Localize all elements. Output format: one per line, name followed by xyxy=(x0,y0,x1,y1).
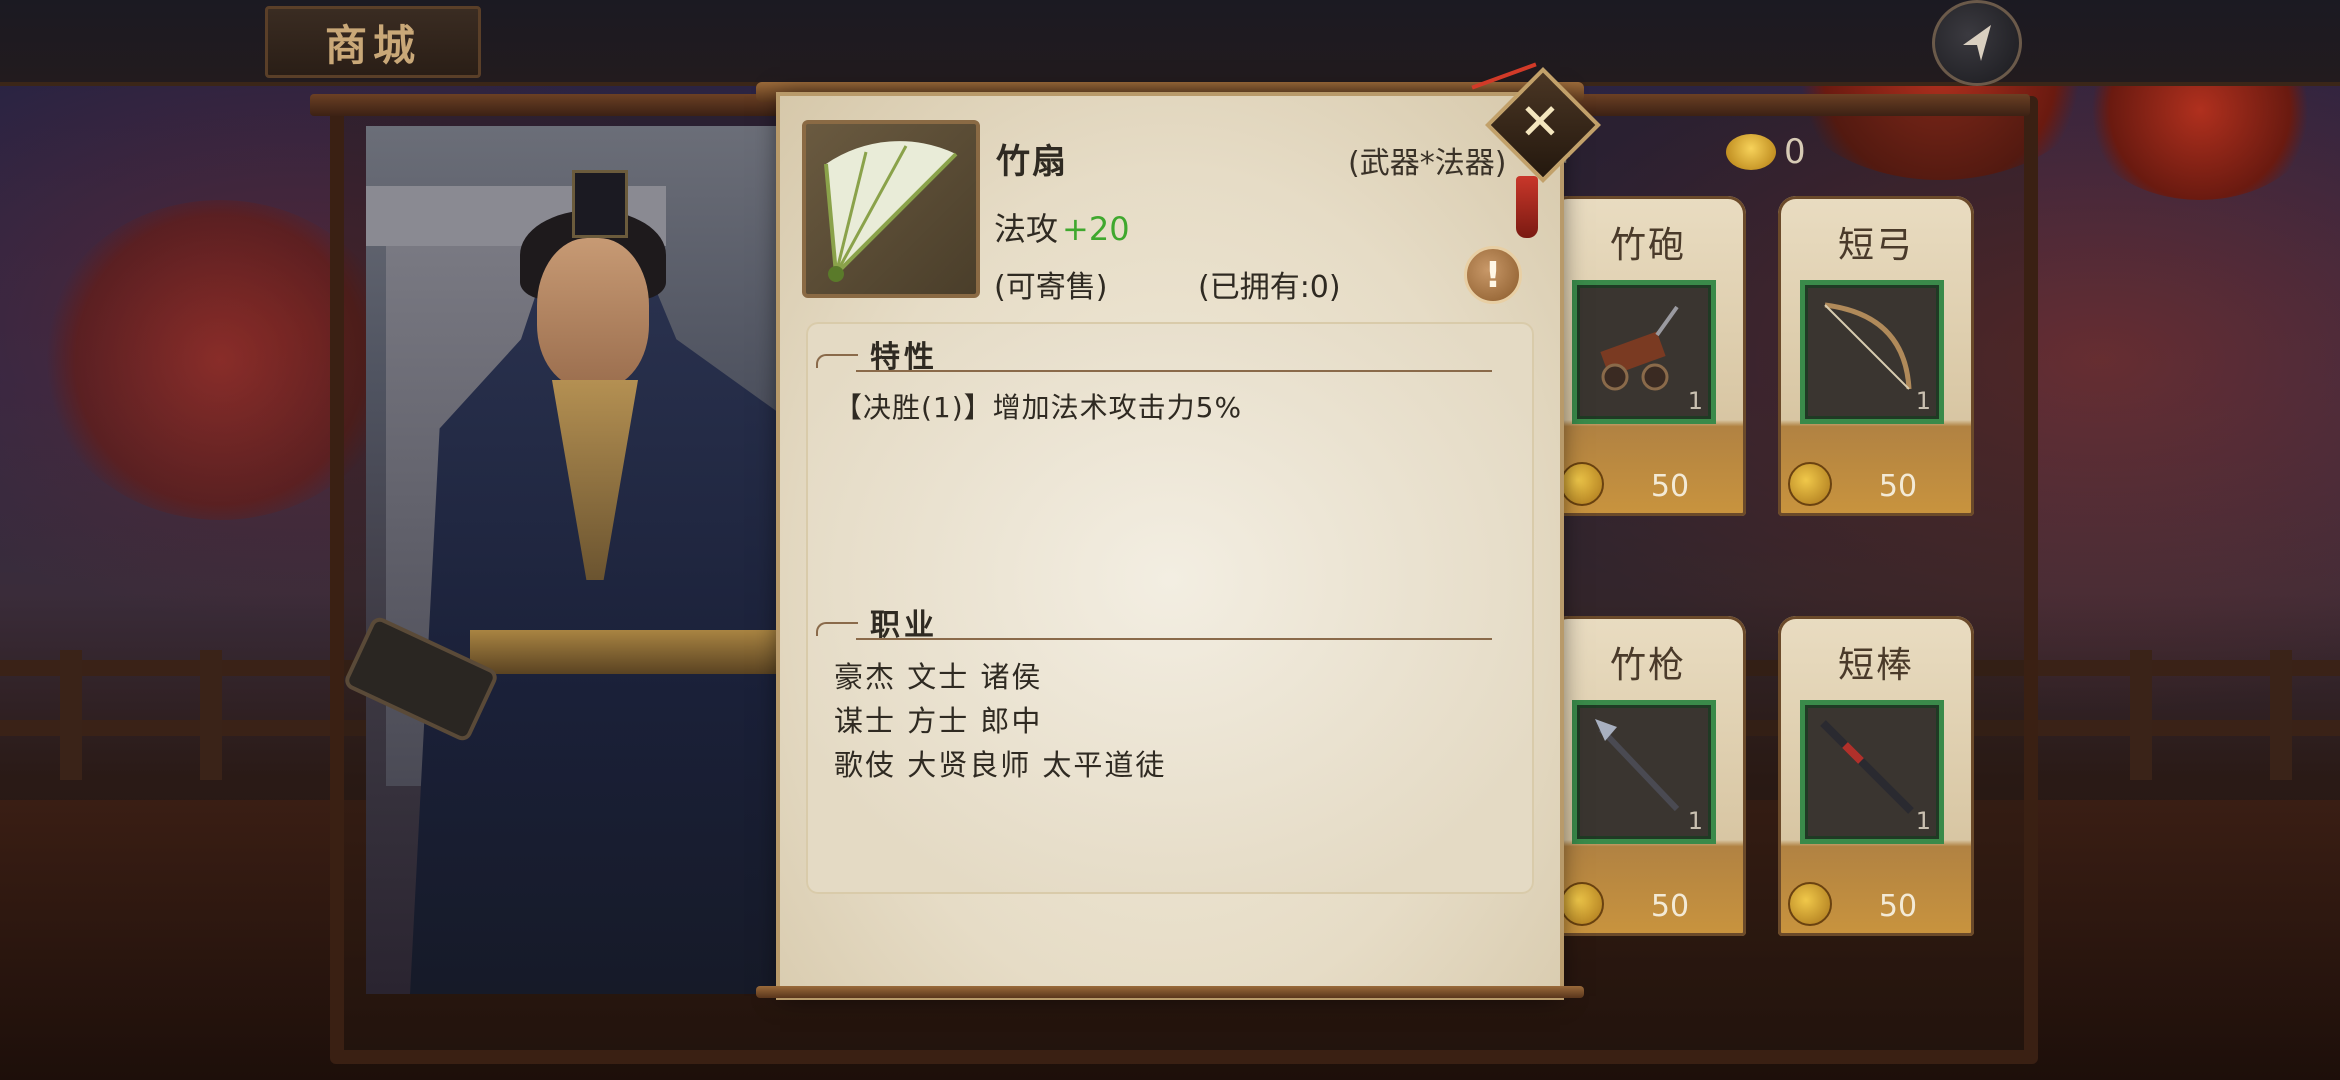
item-price: 50 xyxy=(1878,469,1918,504)
shop-item-card[interactable]: 短弓 1 50 xyxy=(1778,196,1974,516)
spear-icon xyxy=(1595,719,1680,812)
coin-icon xyxy=(1560,462,1604,506)
title-plate: 商城 xyxy=(265,6,481,78)
shop-item-name: 竹枪 xyxy=(1609,645,1686,686)
gold-value: 0 xyxy=(1784,132,1806,172)
stat-value: +20 xyxy=(1062,210,1130,248)
gold-ingot-icon xyxy=(1726,134,1776,170)
close-icon[interactable]: ✕ xyxy=(1508,90,1572,154)
shop-item-name: 竹砲 xyxy=(1609,225,1686,266)
section-divider xyxy=(856,370,1492,372)
item-type: (武器*法器) xyxy=(1348,146,1507,181)
bow-icon xyxy=(1824,302,1912,390)
item-count: 1 xyxy=(1687,807,1703,835)
shop-item-name: 短弓 xyxy=(1837,225,1914,266)
item-price: 50 xyxy=(1650,889,1690,924)
coin-icon xyxy=(1788,462,1832,506)
shop-item-name: 短棒 xyxy=(1837,645,1914,686)
tassel xyxy=(1516,176,1538,238)
folding-fan-icon xyxy=(824,141,958,282)
fence-post xyxy=(200,650,222,780)
item-slot: 1 xyxy=(1572,700,1716,844)
section-ornament xyxy=(816,354,858,368)
fence-post xyxy=(2130,650,2152,780)
back-arrow-icon xyxy=(1963,25,1991,61)
item-count: 1 xyxy=(1915,387,1931,415)
shop-item-card[interactable]: 竹砲 1 50 xyxy=(1550,196,1746,516)
coin-icon xyxy=(1560,882,1604,926)
staff-icon xyxy=(1820,720,1914,814)
popup-bottom-trim xyxy=(756,986,1584,998)
item-price: 50 xyxy=(1650,469,1690,504)
page-title: 商城 xyxy=(324,20,421,70)
shop-item-card[interactable]: 竹枪 1 50 xyxy=(1550,616,1746,936)
item-count: 1 xyxy=(1687,387,1703,415)
fence-post xyxy=(2270,650,2292,780)
fence-post xyxy=(60,650,82,780)
item-icon xyxy=(802,120,980,298)
stat-label: 法攻 xyxy=(994,210,1059,248)
trait-description: 【决胜(1)】增加法术攻击力5% xyxy=(834,391,1243,424)
job-list-line: 谋士 方士 郎中 xyxy=(834,704,1043,738)
info-button[interactable]: ! xyxy=(1464,246,1522,304)
job-list-line: 歌伎 大贤良师 太平道徒 xyxy=(834,748,1167,782)
coin-icon xyxy=(1788,882,1832,926)
cannon-icon xyxy=(1600,305,1679,391)
item-slot: 1 xyxy=(1572,280,1716,424)
item-slot: 1 xyxy=(1800,280,1944,424)
item-stat: 法攻 +20 xyxy=(994,204,1130,250)
character-face xyxy=(537,238,649,388)
sellable-label: (可寄售) xyxy=(994,270,1108,305)
character-belt xyxy=(470,630,790,674)
item-name: 竹扇 xyxy=(996,142,1068,182)
character-crown xyxy=(572,170,628,238)
item-slot: 1 xyxy=(1800,700,1944,844)
job-list-line: 豪杰 文士 诸侯 xyxy=(834,660,1043,694)
shop-item-card[interactable]: 短棒 1 50 xyxy=(1778,616,1974,936)
section-ornament xyxy=(816,622,858,636)
item-count: 1 xyxy=(1915,807,1931,835)
item-price: 50 xyxy=(1878,889,1918,924)
section-divider xyxy=(856,638,1492,640)
exclamation-icon: ! xyxy=(1484,254,1502,296)
owned-count: (已拥有:0) xyxy=(1198,270,1341,305)
back-button[interactable] xyxy=(1932,0,2022,86)
